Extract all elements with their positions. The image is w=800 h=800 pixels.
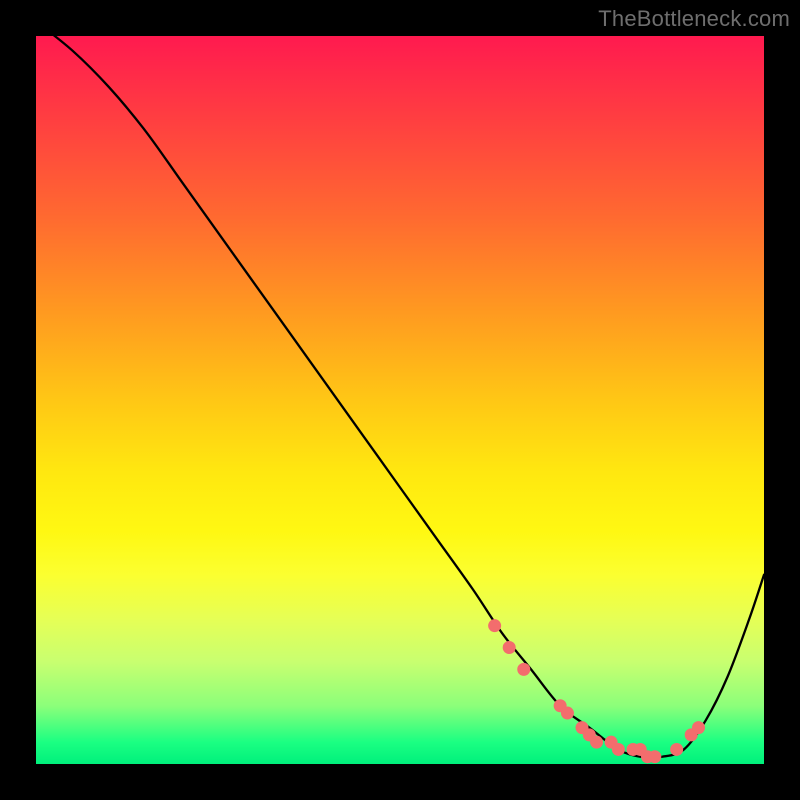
- highlight-dot: [612, 743, 625, 756]
- highlight-dot: [561, 707, 574, 720]
- highlight-dot: [648, 750, 661, 763]
- plot-area: [36, 36, 764, 764]
- curve-layer: [36, 36, 764, 764]
- watermark-text: TheBottleneck.com: [598, 6, 790, 32]
- highlight-dot: [488, 619, 501, 632]
- highlight-dot: [670, 743, 683, 756]
- highlight-dot: [692, 721, 705, 734]
- bottleneck-curve: [36, 21, 764, 757]
- highlight-dot: [590, 736, 603, 749]
- chart-frame: TheBottleneck.com: [0, 0, 800, 800]
- highlight-dots: [488, 619, 705, 763]
- highlight-dot: [517, 663, 530, 676]
- highlight-dot: [503, 641, 516, 654]
